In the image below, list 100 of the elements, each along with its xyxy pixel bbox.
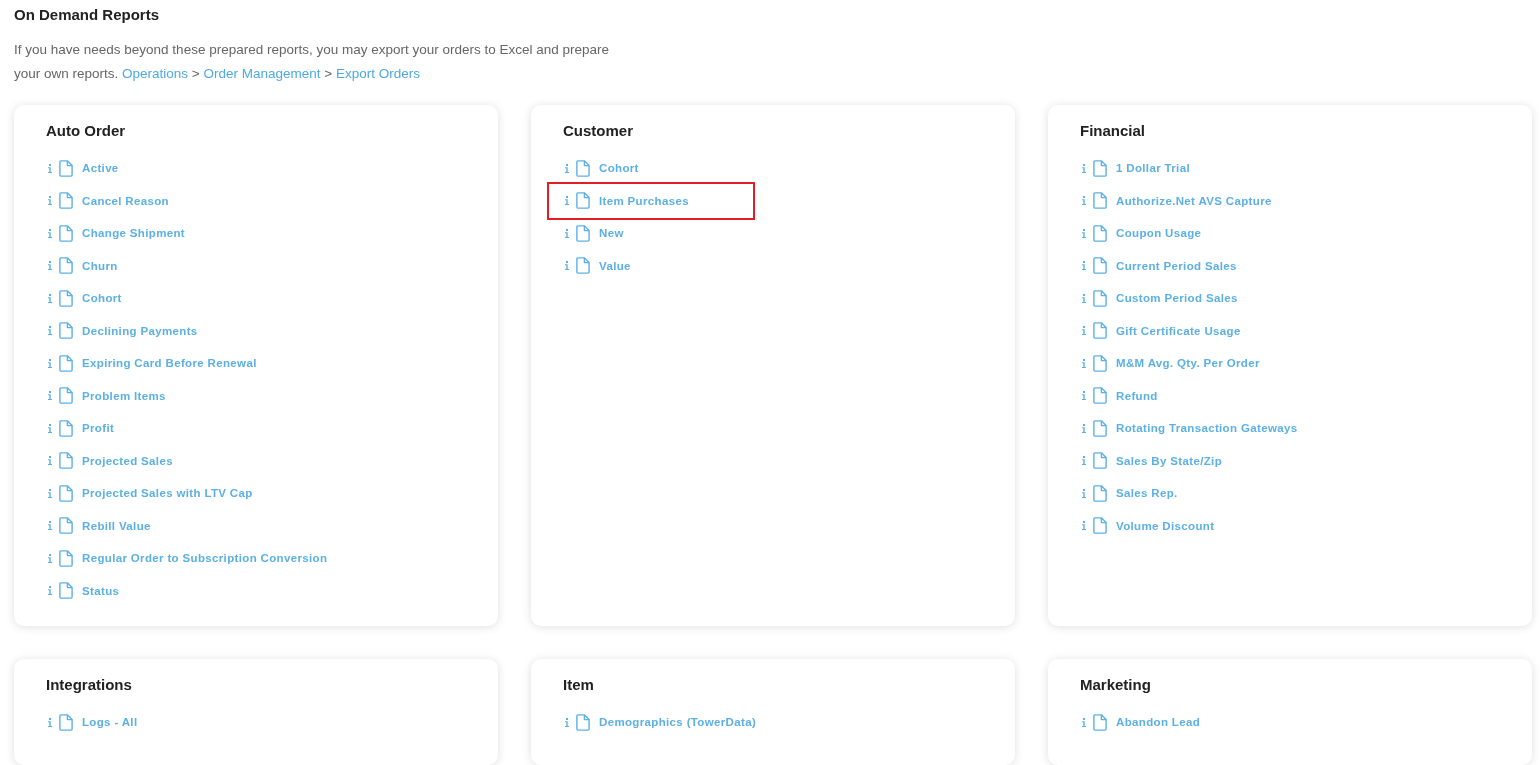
- info-icon[interactable]: [1082, 358, 1086, 368]
- report-link[interactable]: Authorize.Net AVS Capture: [1116, 194, 1272, 207]
- document-icon: [1093, 159, 1107, 177]
- info-icon[interactable]: [48, 358, 52, 368]
- document-icon: [576, 224, 590, 242]
- page-title: On Demand Reports: [14, 5, 160, 25]
- info-icon[interactable]: [565, 228, 569, 238]
- info-icon[interactable]: [48, 196, 52, 206]
- report-link[interactable]: Cohort: [82, 292, 122, 305]
- document-icon: [59, 192, 73, 210]
- info-icon[interactable]: [1082, 326, 1086, 336]
- document-icon: [59, 452, 73, 470]
- document-icon: [576, 192, 590, 210]
- document-icon: [1093, 257, 1107, 275]
- info-icon[interactable]: [565, 163, 569, 173]
- document-icon: [59, 484, 73, 502]
- card-title: Marketing: [1080, 675, 1151, 695]
- document-icon: [59, 322, 73, 340]
- info-icon[interactable]: [1082, 293, 1086, 303]
- report-link[interactable]: Value: [599, 259, 631, 272]
- info-icon[interactable]: [1082, 423, 1086, 433]
- card-title: Item: [563, 675, 594, 695]
- document-icon: [1093, 192, 1107, 210]
- report-link[interactable]: Sales By State/Zip: [1116, 454, 1222, 467]
- breadcrumb-link[interactable]: Order Management: [203, 66, 321, 81]
- report-link[interactable]: Volume Discount: [1116, 519, 1215, 532]
- document-icon: [1093, 484, 1107, 502]
- report-link[interactable]: New: [599, 227, 624, 240]
- info-icon[interactable]: [48, 163, 52, 173]
- document-icon: [576, 257, 590, 275]
- info-icon[interactable]: [48, 521, 52, 531]
- document-icon: [59, 289, 73, 307]
- report-link[interactable]: Projected Sales with LTV Cap: [82, 487, 253, 500]
- report-link[interactable]: Change Shipment: [82, 227, 185, 240]
- report-link[interactable]: Cohort: [599, 162, 639, 175]
- report-link[interactable]: 1 Dollar Trial: [1116, 162, 1190, 175]
- breadcrumb-link[interactable]: Export Orders: [336, 66, 420, 81]
- info-icon[interactable]: [48, 717, 52, 727]
- report-link[interactable]: Active: [82, 162, 119, 175]
- document-icon: [1093, 517, 1107, 535]
- document-icon: [1093, 289, 1107, 307]
- report-link[interactable]: Coupon Usage: [1116, 227, 1202, 240]
- info-icon[interactable]: [1082, 717, 1086, 727]
- report-link[interactable]: Status: [82, 584, 120, 597]
- report-link[interactable]: Churn: [82, 259, 118, 272]
- document-icon: [59, 224, 73, 242]
- info-icon[interactable]: [48, 391, 52, 401]
- report-link[interactable]: Gift Certificate Usage: [1116, 324, 1241, 337]
- info-icon[interactable]: [48, 326, 52, 336]
- info-icon[interactable]: [48, 586, 52, 596]
- info-icon[interactable]: [565, 261, 569, 271]
- breadcrumb-link[interactable]: Operations: [122, 66, 189, 81]
- info-icon[interactable]: [48, 488, 52, 498]
- document-icon: [1093, 387, 1107, 405]
- info-icon[interactable]: [1082, 456, 1086, 466]
- info-icon[interactable]: [1082, 488, 1086, 498]
- info-icon[interactable]: [48, 293, 52, 303]
- report-link[interactable]: Expiring Card Before Renewal: [82, 357, 257, 370]
- info-icon[interactable]: [48, 553, 52, 563]
- report-link[interactable]: M&M Avg. Qty. Per Order: [1116, 357, 1260, 370]
- document-icon: [1093, 322, 1107, 340]
- report-link[interactable]: Logs - All: [82, 716, 138, 729]
- report-link[interactable]: Regular Order to Subscription Conversion: [82, 552, 328, 565]
- document-icon: [59, 159, 73, 177]
- document-icon: [59, 549, 73, 567]
- report-link[interactable]: Current Period Sales: [1116, 259, 1237, 272]
- report-link[interactable]: Problem Items: [82, 389, 166, 402]
- info-icon[interactable]: [1082, 521, 1086, 531]
- info-icon[interactable]: [565, 196, 569, 206]
- info-icon[interactable]: [1082, 163, 1086, 173]
- report-link[interactable]: Cancel Reason: [82, 194, 169, 207]
- document-icon: [59, 257, 73, 275]
- document-icon: [1093, 354, 1107, 372]
- report-link[interactable]: Projected Sales: [82, 454, 173, 467]
- document-icon: [59, 713, 73, 731]
- card-title: Auto Order: [46, 121, 126, 141]
- document-icon: [576, 713, 590, 731]
- report-link[interactable]: Sales Rep.: [1116, 487, 1178, 500]
- info-icon[interactable]: [48, 228, 52, 238]
- report-link[interactable]: Custom Period Sales: [1116, 292, 1238, 305]
- card-title: Financial: [1080, 121, 1146, 141]
- document-icon: [59, 419, 73, 437]
- report-link[interactable]: Profit: [82, 422, 115, 435]
- report-link[interactable]: Refund: [1116, 389, 1158, 402]
- report-link[interactable]: Item Purchases: [599, 194, 689, 207]
- document-icon: [59, 582, 73, 600]
- report-link[interactable]: Rotating Transaction Gateways: [1116, 422, 1298, 435]
- report-link[interactable]: Rebill Value: [82, 519, 151, 532]
- report-link[interactable]: Abandon Lead: [1116, 716, 1201, 729]
- info-icon[interactable]: [1082, 228, 1086, 238]
- document-icon: [59, 517, 73, 535]
- info-icon[interactable]: [48, 261, 52, 271]
- info-icon[interactable]: [565, 717, 569, 727]
- info-icon[interactable]: [1082, 261, 1086, 271]
- info-icon[interactable]: [1082, 196, 1086, 206]
- report-link[interactable]: Declining Payments: [82, 324, 198, 337]
- info-icon[interactable]: [48, 456, 52, 466]
- info-icon[interactable]: [48, 423, 52, 433]
- info-icon[interactable]: [1082, 391, 1086, 401]
- report-link[interactable]: Demographics (TowerData): [599, 716, 757, 729]
